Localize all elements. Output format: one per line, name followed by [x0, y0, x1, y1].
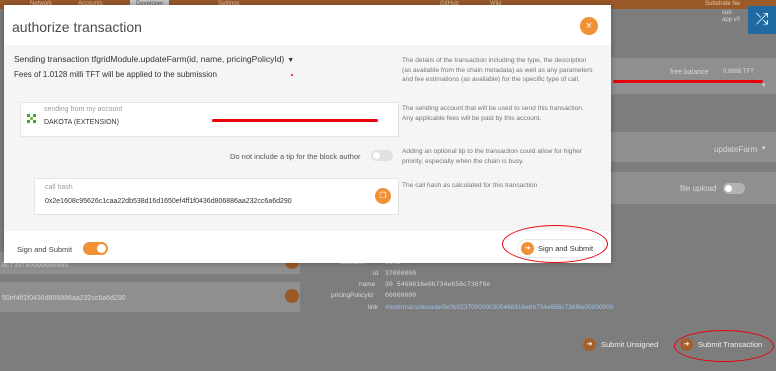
- field-value-pricing: 00000000: [385, 292, 417, 299]
- help-account: The sending account that will be used to…: [402, 105, 584, 122]
- annotation-circle-submit-transaction: [674, 330, 774, 362]
- account-identicon: [26, 113, 37, 124]
- transaction-label: Sending transaction tfgridModule.updateF…: [14, 54, 285, 64]
- chain-sub: sub: [722, 10, 732, 16]
- account-label: sending from my account: [44, 106, 123, 113]
- tip-toggle[interactable]: [371, 150, 393, 161]
- field-label-name: name: [359, 281, 376, 288]
- submit-unsigned-label: Submit Unsigned: [601, 340, 659, 349]
- transaction-summary[interactable]: Sending transaction tfgridModule.updateF…: [14, 54, 294, 64]
- authorize-transaction-modal: authorize transaction × Sending transact…: [4, 5, 611, 263]
- chevron-down-icon[interactable]: ▾: [762, 81, 766, 89]
- field-label-link: link: [368, 304, 378, 311]
- account-name: DAKOTA (EXTENSION): [44, 119, 119, 126]
- app-version: app v0: [722, 17, 741, 23]
- field-value-name: 30 5468616e6b734e656c736f6e: [385, 281, 491, 288]
- sign-submit-toggle[interactable]: [83, 242, 108, 255]
- file-upload-toggle[interactable]: [723, 183, 745, 194]
- free-balance-label: free balance: [670, 69, 709, 76]
- file-upload-label: file upload: [680, 184, 717, 193]
- chain-name: Substrate Ne: [705, 1, 741, 7]
- annotation-dot: [291, 74, 293, 76]
- chevron-down-icon[interactable]: ▾: [762, 144, 766, 152]
- help-call-hash: The call hash as calculated for this tra…: [402, 182, 538, 189]
- annotation-circle-sign-submit: [502, 225, 608, 263]
- redaction-mark-account: [212, 119, 378, 122]
- copy-icon[interactable]: [285, 289, 299, 303]
- call-hash-label: call hash: [45, 184, 73, 191]
- left-hash-2: 50ef4ff1f0436d806886aa232cc6a6d290: [2, 295, 126, 302]
- call-hash-value: 0x2e1608c95626c1caa22db538d16d1650ef4ff1…: [45, 198, 292, 205]
- close-icon[interactable]: ×: [580, 17, 598, 35]
- sign-in-icon: ➔: [583, 338, 596, 351]
- fees-text: Fees of 1.0128 milli TFT will be applied…: [14, 70, 217, 79]
- account-selector-bg[interactable]: [611, 58, 776, 94]
- sign-submit-toggle-label: Sign and Submit: [17, 245, 73, 254]
- caret-down-icon[interactable]: ▼: [287, 57, 294, 64]
- modal-title: authorize transaction: [12, 19, 142, 35]
- method-value: updateFarm: [714, 145, 758, 154]
- field-value-id: 37000000: [385, 270, 417, 277]
- extrinsic-link[interactable]: #/extrinsics/decode/0x0b0237000000305468…: [385, 304, 613, 311]
- shuffle-icon[interactable]: ⤮: [748, 6, 776, 34]
- tip-label: Do not include a tip for the block autho…: [230, 152, 361, 161]
- copy-icon[interactable]: ❐: [375, 188, 391, 204]
- submit-unsigned-button[interactable]: ➔ Submit Unsigned: [583, 337, 668, 352]
- help-transaction: The details of the transaction including…: [402, 57, 593, 83]
- left-hash-1: 0cf30f80000000000: [2, 262, 69, 269]
- help-tip: Adding an optional tip to the transactio…: [402, 148, 582, 165]
- redaction-mark-balance: [613, 80, 763, 83]
- call-hash-field: call hash 0x2e1608c95626c1caa22db538d16d…: [34, 178, 399, 215]
- field-label-pricing: pricingPolicyId: [331, 292, 373, 299]
- field-label-id: id: [373, 270, 379, 277]
- free-balance-value: 0.9888 TFT: [723, 69, 754, 75]
